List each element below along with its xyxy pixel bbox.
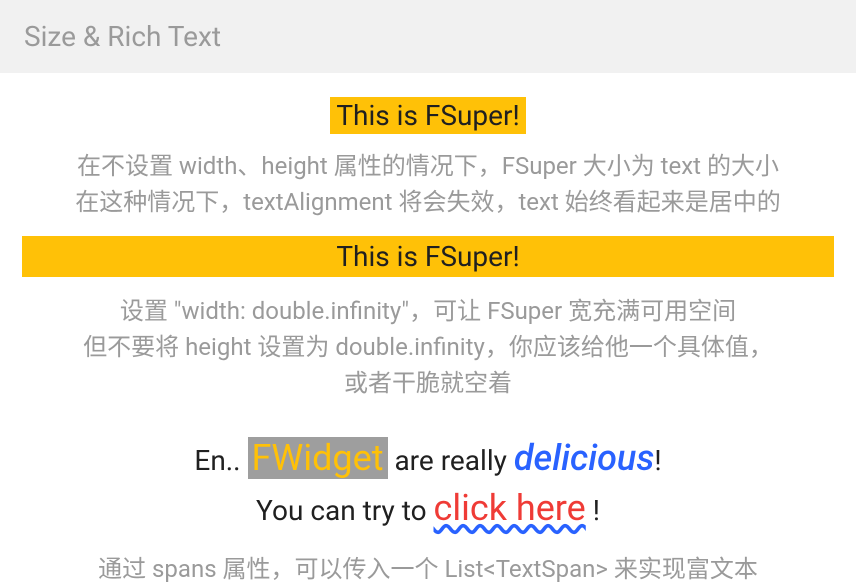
desc-block-3: 通过 spans 属性，可以传入一个 List<TextSpan> 来实现富文本: [98, 549, 758, 584]
rich-text-line2: You can try to click here !: [256, 487, 600, 529]
rich-mid: are really: [388, 444, 514, 477]
rich-text-line1: En.. FWidget are really delicious!: [194, 437, 661, 479]
page-header: Size & Rich Text: [0, 0, 856, 73]
desc2-line3: 或者干脆就空着: [83, 365, 773, 401]
rich-line2-suffix: !: [586, 494, 600, 527]
fwidget-span: FWidget: [248, 437, 388, 479]
rich-prefix: En..: [194, 444, 247, 477]
desc-block-1: 在不设置 width、height 属性的情况下，FSuper 大小为 text…: [53, 148, 803, 220]
banner-full: This is FSuper!: [22, 236, 834, 277]
click-here-link[interactable]: click here: [434, 487, 586, 529]
banner-small: This is FSuper!: [330, 97, 525, 134]
rich-excl: !: [654, 444, 661, 477]
delicious-span: delicious: [514, 437, 655, 479]
desc2-line2: 但不要将 height 设置为 double.infinity，你应该给他一个具…: [83, 329, 773, 365]
desc1-line2: 在这种情况下，textAlignment 将会失效，text 始终看起来是居中的: [75, 184, 781, 220]
desc-block-2: 设置 "width: double.infinity"，可让 FSuper 宽充…: [61, 293, 795, 401]
rich-line2-prefix: You can try to: [256, 494, 433, 527]
desc2-line1: 设置 "width: double.infinity"，可让 FSuper 宽充…: [83, 293, 773, 329]
desc1-line1: 在不设置 width、height 属性的情况下，FSuper 大小为 text…: [75, 148, 781, 184]
page-title: Size & Rich Text: [24, 20, 221, 53]
content-area: This is FSuper! 在不设置 width、height 属性的情况下…: [0, 73, 856, 584]
